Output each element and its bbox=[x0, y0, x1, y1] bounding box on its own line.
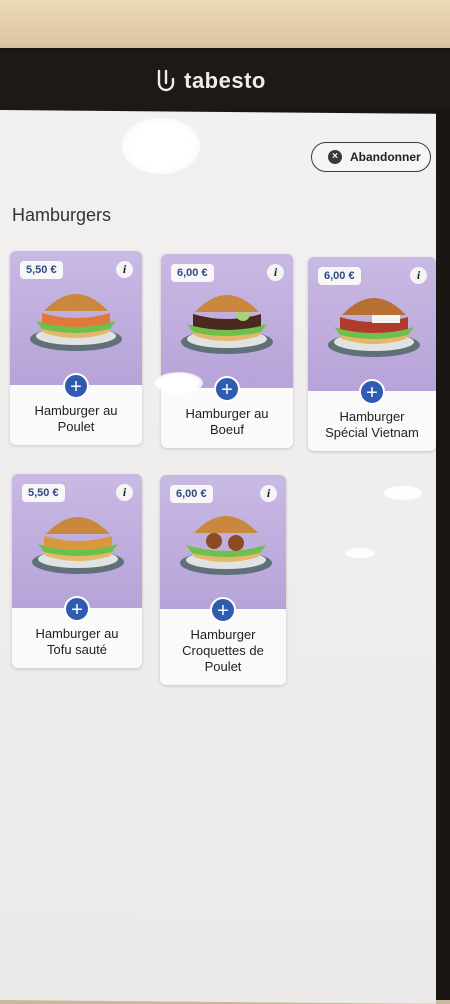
product-name-line: Hamburger au bbox=[185, 406, 269, 421]
product-card[interactable]: 6,00 € i + Hamburger au Boeuf bbox=[161, 254, 293, 448]
add-button[interactable]: + bbox=[210, 597, 236, 623]
product-card[interactable]: 6,00 € i + Hamburger Spécial Vietnam bbox=[308, 257, 436, 451]
product-name-line: Poulet bbox=[57, 419, 95, 434]
price-badge: 6,00 € bbox=[318, 267, 361, 285]
abandon-label: Abandonner bbox=[350, 150, 421, 164]
close-icon: × bbox=[328, 150, 342, 164]
burger-image bbox=[181, 295, 273, 354]
info-icon[interactable]: i bbox=[267, 264, 284, 281]
section-title: Hamburgers bbox=[12, 205, 112, 225]
price-badge: 6,00 € bbox=[171, 264, 214, 282]
brand-name: tabesto bbox=[184, 68, 266, 93]
price-badge: 5,50 € bbox=[22, 484, 65, 502]
screen-glare bbox=[345, 548, 375, 558]
price-badge: 5,50 € bbox=[20, 261, 63, 279]
product-card[interactable]: 6,00 € i + Hamburger Croquettes de Poule… bbox=[160, 475, 286, 685]
info-icon[interactable]: i bbox=[116, 484, 133, 501]
add-button[interactable]: + bbox=[359, 379, 385, 405]
tabesto-logo-icon bbox=[157, 69, 175, 92]
add-button[interactable]: + bbox=[214, 376, 240, 402]
info-icon[interactable]: i bbox=[260, 485, 277, 502]
price-badge: 6,00 € bbox=[170, 485, 213, 503]
product-name-line: Tofu sauté bbox=[47, 642, 107, 657]
add-button[interactable]: + bbox=[63, 373, 89, 399]
product-image: 5,50 € i + bbox=[12, 474, 142, 622]
add-button[interactable]: + bbox=[64, 596, 90, 622]
product-image: 6,00 € i + bbox=[160, 475, 286, 623]
product-name-line: Spécial Vietnam bbox=[325, 425, 419, 440]
burger-image bbox=[328, 298, 420, 357]
product-image: 6,00 € i + bbox=[308, 257, 436, 405]
product-name-line: Boeuf bbox=[210, 422, 244, 437]
info-icon[interactable]: i bbox=[116, 261, 133, 278]
product-card[interactable]: 5,50 € i + Hamburger au Poulet bbox=[10, 251, 142, 445]
abandon-button[interactable]: × Abandonner bbox=[311, 142, 431, 172]
brand: tabesto bbox=[154, 68, 266, 94]
screen-glare bbox=[122, 118, 200, 174]
burger-image bbox=[180, 516, 272, 575]
product-image: 5,50 € i + bbox=[10, 251, 142, 399]
kiosk-header: tabesto bbox=[0, 52, 450, 110]
burger-image bbox=[30, 294, 122, 351]
product-name-line: Poulet bbox=[204, 659, 242, 674]
product-card[interactable]: 5,50 € i + Hamburger au Tofu sauté bbox=[12, 474, 142, 668]
product-name-line: Hamburger bbox=[190, 627, 256, 642]
product-name-line: Hamburger bbox=[339, 409, 405, 424]
product-image: 6,00 € i + bbox=[161, 254, 293, 402]
info-icon[interactable]: i bbox=[410, 267, 427, 284]
burger-image bbox=[32, 517, 124, 574]
screen-glare bbox=[155, 372, 203, 394]
product-name-line: Hamburger au bbox=[34, 403, 118, 418]
product-name-line: Hamburger au bbox=[35, 626, 119, 641]
product-name-line: Croquettes de bbox=[182, 643, 264, 658]
screen-glare bbox=[384, 486, 422, 500]
